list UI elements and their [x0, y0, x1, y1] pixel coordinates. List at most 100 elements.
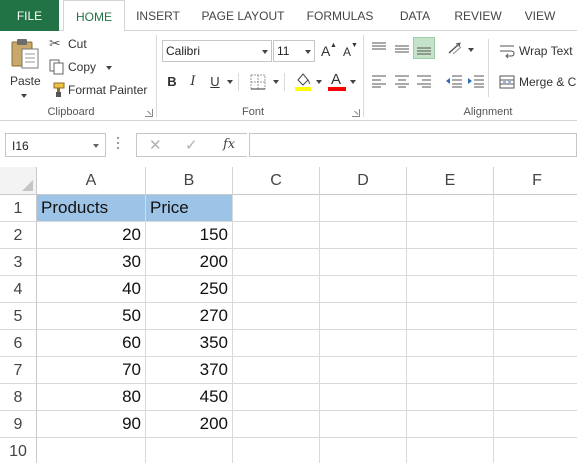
insert-function-icon[interactable]: fx — [223, 137, 235, 152]
underline-button[interactable]: U — [207, 72, 223, 92]
enter-icon[interactable]: ✓ — [185, 136, 198, 154]
cell-d5[interactable] — [320, 303, 407, 330]
orientation-dropdown-icon[interactable] — [468, 48, 474, 52]
grow-font-button[interactable]: A ▲ — [320, 42, 337, 60]
cell-e3[interactable] — [407, 249, 494, 276]
cell-d8[interactable] — [320, 384, 407, 411]
cell-a10[interactable] — [37, 438, 146, 463]
cell-e7[interactable] — [407, 357, 494, 384]
cell-f10[interactable] — [494, 438, 577, 463]
cell-e8[interactable] — [407, 384, 494, 411]
bold-button[interactable]: B — [164, 72, 180, 92]
cell-a3[interactable]: 30 — [37, 249, 146, 276]
cell-c2[interactable] — [233, 222, 320, 249]
cell-d9[interactable] — [320, 411, 407, 438]
tab-view[interactable]: VIEW — [515, 0, 565, 31]
borders-icon[interactable] — [250, 74, 266, 90]
cell-c6[interactable] — [233, 330, 320, 357]
font-launcher-icon[interactable] — [352, 109, 360, 117]
cell-a1[interactable]: Products — [37, 195, 146, 222]
cell-d4[interactable] — [320, 276, 407, 303]
cell-c10[interactable] — [233, 438, 320, 463]
row-header-4[interactable]: 4 — [0, 276, 37, 303]
row-header-10[interactable]: 10 — [0, 438, 37, 463]
column-header-e[interactable]: E — [407, 167, 494, 195]
cell-a5[interactable]: 50 — [37, 303, 146, 330]
cell-d10[interactable] — [320, 438, 407, 463]
align-top-icon[interactable] — [371, 42, 387, 56]
cell-c4[interactable] — [233, 276, 320, 303]
cell-b10[interactable] — [146, 438, 233, 463]
cell-d1[interactable] — [320, 195, 407, 222]
cell-b6[interactable]: 350 — [146, 330, 233, 357]
cell-e10[interactable] — [407, 438, 494, 463]
tab-data[interactable]: DATA — [388, 0, 442, 31]
drag-handle-icon[interactable] — [117, 137, 120, 151]
cell-e5[interactable] — [407, 303, 494, 330]
name-box[interactable]: I16 — [5, 133, 106, 157]
cell-c8[interactable] — [233, 384, 320, 411]
column-header-c[interactable]: C — [233, 167, 320, 195]
underline-dropdown-icon[interactable] — [227, 80, 233, 84]
select-all-button[interactable] — [0, 167, 37, 195]
font-color-dropdown-icon[interactable] — [350, 80, 356, 84]
tab-formulas[interactable]: FORMULAS — [298, 0, 382, 31]
align-left-icon[interactable] — [371, 74, 387, 88]
cell-f4[interactable] — [494, 276, 577, 303]
cell-d7[interactable] — [320, 357, 407, 384]
tab-insert[interactable]: INSERT — [128, 0, 188, 31]
italic-button[interactable]: I — [186, 72, 200, 92]
cell-e2[interactable] — [407, 222, 494, 249]
cell-f1[interactable] — [494, 195, 577, 222]
cell-b4[interactable]: 250 — [146, 276, 233, 303]
column-header-a[interactable]: A — [37, 167, 146, 195]
cell-b3[interactable]: 200 — [146, 249, 233, 276]
align-middle-icon[interactable] — [394, 42, 410, 56]
cell-c9[interactable] — [233, 411, 320, 438]
cell-f8[interactable] — [494, 384, 577, 411]
cell-b8[interactable]: 450 — [146, 384, 233, 411]
row-header-1[interactable]: 1 — [0, 195, 37, 222]
cell-e6[interactable] — [407, 330, 494, 357]
cell-c3[interactable] — [233, 249, 320, 276]
cut-button[interactable]: ✂ Cut — [48, 35, 98, 53]
tab-review[interactable]: REVIEW — [447, 0, 509, 31]
wrap-text-button[interactable]: Wrap Text — [497, 42, 577, 60]
cell-f6[interactable] — [494, 330, 577, 357]
align-right-icon[interactable] — [416, 74, 432, 88]
font-color-button[interactable]: A — [328, 71, 346, 91]
tab-file[interactable]: FILE — [0, 0, 59, 31]
cell-f3[interactable] — [494, 249, 577, 276]
clipboard-launcher-icon[interactable] — [145, 109, 153, 117]
cell-b5[interactable]: 270 — [146, 303, 233, 330]
cell-c1[interactable] — [233, 195, 320, 222]
cell-d6[interactable] — [320, 330, 407, 357]
format-painter-button[interactable]: Format Painter — [48, 81, 152, 99]
cell-a2[interactable]: 20 — [37, 222, 146, 249]
row-header-7[interactable]: 7 — [0, 357, 37, 384]
cell-e4[interactable] — [407, 276, 494, 303]
cell-b1[interactable]: Price — [146, 195, 233, 222]
column-header-f[interactable]: F — [494, 167, 577, 195]
cell-c5[interactable] — [233, 303, 320, 330]
cell-f5[interactable] — [494, 303, 577, 330]
font-name-select[interactable]: Calibri — [162, 40, 272, 62]
row-header-8[interactable]: 8 — [0, 384, 37, 411]
cell-f9[interactable] — [494, 411, 577, 438]
tab-home[interactable]: HOME — [63, 0, 125, 32]
increase-indent-icon[interactable] — [467, 74, 485, 88]
cell-a6[interactable]: 60 — [37, 330, 146, 357]
cell-e1[interactable] — [407, 195, 494, 222]
align-bottom-button[interactable] — [413, 37, 435, 59]
cell-d2[interactable] — [320, 222, 407, 249]
row-header-5[interactable]: 5 — [0, 303, 37, 330]
cell-a7[interactable]: 70 — [37, 357, 146, 384]
tab-page-layout[interactable]: PAGE LAYOUT — [194, 0, 292, 31]
borders-dropdown-icon[interactable] — [273, 80, 279, 84]
column-header-b[interactable]: B — [146, 167, 233, 195]
cell-a8[interactable]: 80 — [37, 384, 146, 411]
cell-a4[interactable]: 40 — [37, 276, 146, 303]
cell-b2[interactable]: 150 — [146, 222, 233, 249]
row-header-3[interactable]: 3 — [0, 249, 37, 276]
cell-b7[interactable]: 370 — [146, 357, 233, 384]
